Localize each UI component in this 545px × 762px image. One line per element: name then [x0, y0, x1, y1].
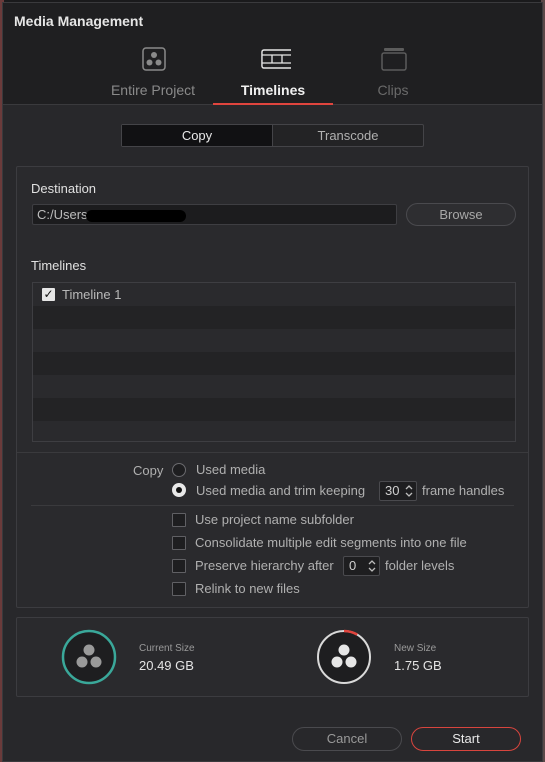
timeline-name: Timeline 1: [62, 287, 122, 302]
empty-row: [33, 329, 515, 352]
empty-row: [33, 421, 515, 441]
trim-media-label: Used media and trim keeping: [196, 483, 366, 498]
redacted-path-segment: [85, 209, 186, 222]
used-media-label: Used media: [196, 462, 266, 477]
divider: [17, 452, 528, 453]
tab-bar: Entire Project Timelines Clips: [3, 39, 542, 105]
stepper-arrows-icon[interactable]: [404, 483, 414, 499]
timeline-row[interactable]: ✓ Timeline 1: [33, 283, 515, 306]
frame-handles-stepper[interactable]: 30: [379, 481, 417, 501]
current-size-value: 20.49 GB: [139, 658, 194, 673]
consolidate-checkbox[interactable]: [172, 536, 186, 550]
clips-stack-icon: [381, 48, 407, 71]
frame-handles-suffix: frame handles: [422, 483, 505, 498]
empty-row: [33, 375, 515, 398]
settings-panel: Destination C:/Users Browse Timelines ✓ …: [16, 166, 529, 608]
consolidate-label: Consolidate multiple edit segments into …: [195, 535, 467, 550]
folder-levels-value: 0: [349, 558, 357, 573]
copy-mode-button[interactable]: Copy: [122, 125, 272, 146]
current-size-label: Current Size: [139, 643, 195, 654]
current-size-disk-icon: [61, 629, 117, 685]
folder-levels-suffix: folder levels: [385, 558, 455, 573]
new-size-label: New Size: [394, 643, 437, 654]
frame-handles-value: 30: [385, 483, 400, 498]
resolve-logo-icon: [142, 47, 166, 71]
timelines-list[interactable]: ✓ Timeline 1: [32, 282, 516, 442]
relink-checkbox[interactable]: [172, 582, 186, 596]
cancel-button[interactable]: Cancel: [292, 727, 402, 751]
preserve-hierarchy-checkbox[interactable]: [172, 559, 186, 573]
transcode-mode-button[interactable]: Transcode: [272, 125, 423, 146]
empty-row: [33, 352, 515, 375]
size-summary-panel: Current Size 20.49 GB New Size 1.75 GB: [16, 617, 529, 697]
tab-timelines-label: Timelines: [240, 82, 306, 98]
destination-path-field[interactable]: C:/Users: [32, 204, 397, 225]
new-size-disk-icon: [317, 629, 371, 684]
tab-clips-label: Clips: [377, 82, 409, 98]
used-media-radio[interactable]: [172, 463, 186, 477]
active-tab-indicator: [213, 103, 333, 105]
tab-clips[interactable]: Clips: [333, 39, 453, 105]
destination-path-value: C:/Users: [37, 207, 88, 222]
timeline-film-icon: [261, 49, 291, 69]
divider: [31, 505, 514, 506]
start-button[interactable]: Start: [411, 727, 521, 751]
empty-row: [33, 398, 515, 421]
browse-button[interactable]: Browse: [406, 203, 516, 226]
trim-media-radio[interactable]: [172, 483, 186, 497]
dialog-title: Media Management: [3, 3, 542, 39]
timelines-section-label: Timelines: [31, 258, 87, 273]
tab-entire-project-label: Entire Project: [110, 82, 196, 98]
stepper-arrows-icon[interactable]: [367, 558, 377, 574]
new-size-value: 1.75 GB: [394, 658, 442, 673]
destination-label: Destination: [31, 181, 97, 196]
tab-entire-project[interactable]: Entire Project: [93, 39, 213, 105]
empty-row: [33, 306, 515, 329]
tab-timelines[interactable]: Timelines: [213, 39, 333, 105]
subfolder-checkbox[interactable]: [172, 513, 186, 527]
copy-transcode-toggle: Copy Transcode: [121, 124, 424, 147]
relink-label: Relink to new files: [195, 581, 300, 596]
copy-options-label: Copy: [133, 463, 164, 478]
subfolder-label: Use project name subfolder: [195, 512, 354, 527]
preserve-hierarchy-label: Preserve hierarchy after: [195, 558, 334, 573]
timeline-checkbox[interactable]: ✓: [42, 288, 55, 301]
folder-levels-stepper[interactable]: 0: [343, 556, 380, 576]
media-management-dialog: Media Management Entire Project Timeline…: [2, 2, 543, 762]
